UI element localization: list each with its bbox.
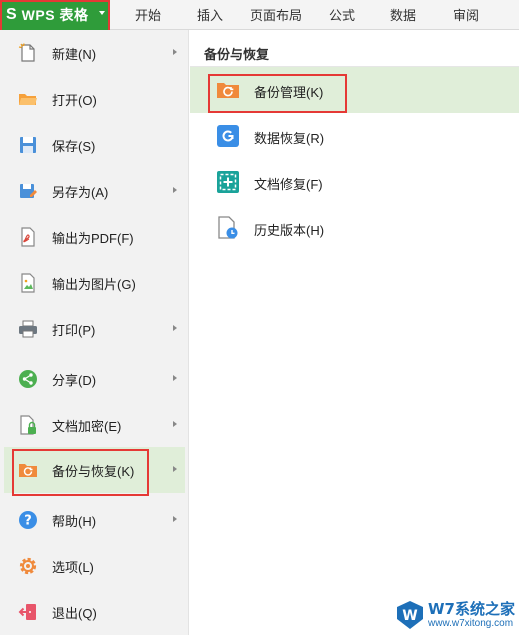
- watermark-url: www.w7xitong.com: [428, 618, 514, 629]
- chevron-right-icon: [173, 325, 177, 331]
- exit-icon: [18, 602, 38, 622]
- folder-open-icon: [18, 89, 38, 109]
- wps-app-menu-button[interactable]: S WPS 表格: [0, 0, 110, 30]
- share-icon: [18, 369, 38, 389]
- chevron-right-icon: [173, 187, 177, 193]
- menu-item-label: 输出为PDF(F): [52, 231, 134, 246]
- printer-icon: [18, 319, 38, 339]
- submenu-item-history-version[interactable]: 历史版本(H): [190, 205, 519, 251]
- history-version-icon: [216, 216, 240, 240]
- lock-document-icon: [18, 415, 38, 435]
- menu-item-label: 备份与恢复(K): [52, 464, 135, 479]
- menu-item-help[interactable]: ? 帮助(H): [4, 497, 185, 543]
- menu-item-encrypt[interactable]: 文档加密(E): [4, 402, 185, 448]
- menu-item-label: 打开(O): [52, 93, 97, 108]
- submenu-item-backup-management[interactable]: 备份管理(K): [190, 67, 519, 113]
- tab-data[interactable]: 数据: [376, 0, 430, 30]
- backup-folder-icon: [216, 78, 240, 102]
- submenu-item-label: 历史版本(H): [254, 223, 325, 238]
- backup-restore-submenu: 备份与恢复 备份管理(K) 数据恢复(R) 文档修复(F) 历史版本(H): [190, 30, 519, 635]
- menu-item-label: 保存(S): [52, 139, 96, 154]
- menu-item-export-pdf[interactable]: 输出为PDF(F): [4, 214, 185, 260]
- gear-icon: [18, 556, 38, 576]
- menu-item-label: 分享(D): [52, 373, 97, 388]
- menu-item-open[interactable]: 打开(O): [4, 76, 185, 122]
- chevron-right-icon: [173, 375, 177, 381]
- menu-item-export-image[interactable]: 输出为图片(G): [4, 260, 185, 306]
- site-watermark: W W7系统之家 www.w7xitong.com: [392, 596, 518, 634]
- pdf-export-icon: [18, 227, 38, 247]
- svg-text:?: ?: [24, 514, 32, 529]
- menu-item-label: 文档加密(E): [52, 419, 122, 434]
- tab-formulas[interactable]: 公式: [316, 0, 368, 30]
- submenu-item-label: 备份管理(K): [254, 85, 324, 100]
- menu-item-options[interactable]: 选项(L): [4, 543, 185, 589]
- image-export-icon: [18, 273, 38, 293]
- submenu-item-label: 数据恢复(R): [254, 131, 325, 146]
- chevron-right-icon: [173, 421, 177, 427]
- chevron-right-icon: [173, 516, 177, 522]
- watermark-text: W7系统之家: [428, 600, 515, 618]
- menu-item-share[interactable]: 分享(D): [4, 356, 185, 402]
- submenu-item-label: 文档修复(F): [254, 177, 323, 192]
- menu-item-label: 新建(N): [52, 47, 97, 62]
- menu-item-save-as[interactable]: 另存为(A): [4, 168, 185, 214]
- menu-item-backup-restore[interactable]: 备份与恢复(K): [4, 447, 185, 493]
- tab-home[interactable]: 开始: [120, 0, 176, 30]
- new-file-icon: [18, 43, 38, 63]
- wps-logo-icon: S: [6, 6, 17, 23]
- submenu-title: 备份与恢复: [204, 47, 270, 62]
- ribbon-bar: S WPS 表格 开始 插入 页面布局 公式 数据 审阅: [0, 0, 519, 30]
- save-icon: [18, 135, 38, 155]
- menu-item-print[interactable]: 打印(P): [4, 306, 185, 352]
- chevron-down-icon: [99, 11, 105, 15]
- tab-insert[interactable]: 插入: [184, 0, 236, 30]
- document-repair-icon: [216, 170, 240, 194]
- tab-review[interactable]: 审阅: [438, 0, 494, 30]
- menu-item-exit[interactable]: 退出(Q): [4, 589, 185, 635]
- help-icon: ?: [18, 510, 38, 530]
- submenu-item-document-repair[interactable]: 文档修复(F): [190, 159, 519, 205]
- menu-item-label: 打印(P): [52, 323, 96, 338]
- app-name-label: WPS 表格: [21, 7, 89, 23]
- tab-page-layout[interactable]: 页面布局: [244, 0, 308, 30]
- menu-item-label: 选项(L): [52, 560, 94, 575]
- file-menu: 新建(N) 打开(O) 保存(S) 另存为(A) 输出为PDF(F) 输出为图片…: [0, 30, 189, 635]
- menu-item-label: 输出为图片(G): [52, 277, 136, 292]
- watermark-logo-icon: W: [397, 601, 423, 629]
- chevron-right-icon: [173, 49, 177, 55]
- save-as-icon: [18, 181, 38, 201]
- backup-folder-icon: [18, 460, 38, 480]
- chevron-right-icon: [173, 466, 177, 472]
- submenu-item-data-recovery[interactable]: 数据恢复(R): [190, 113, 519, 159]
- menu-item-save[interactable]: 保存(S): [4, 122, 185, 168]
- menu-item-label: 另存为(A): [52, 185, 109, 200]
- menu-item-label: 退出(Q): [52, 606, 97, 621]
- menu-item-new[interactable]: 新建(N): [4, 30, 185, 76]
- menu-item-label: 帮助(H): [52, 514, 97, 529]
- data-recovery-icon: [216, 124, 240, 148]
- watermark-logo-letter: W: [402, 608, 417, 624]
